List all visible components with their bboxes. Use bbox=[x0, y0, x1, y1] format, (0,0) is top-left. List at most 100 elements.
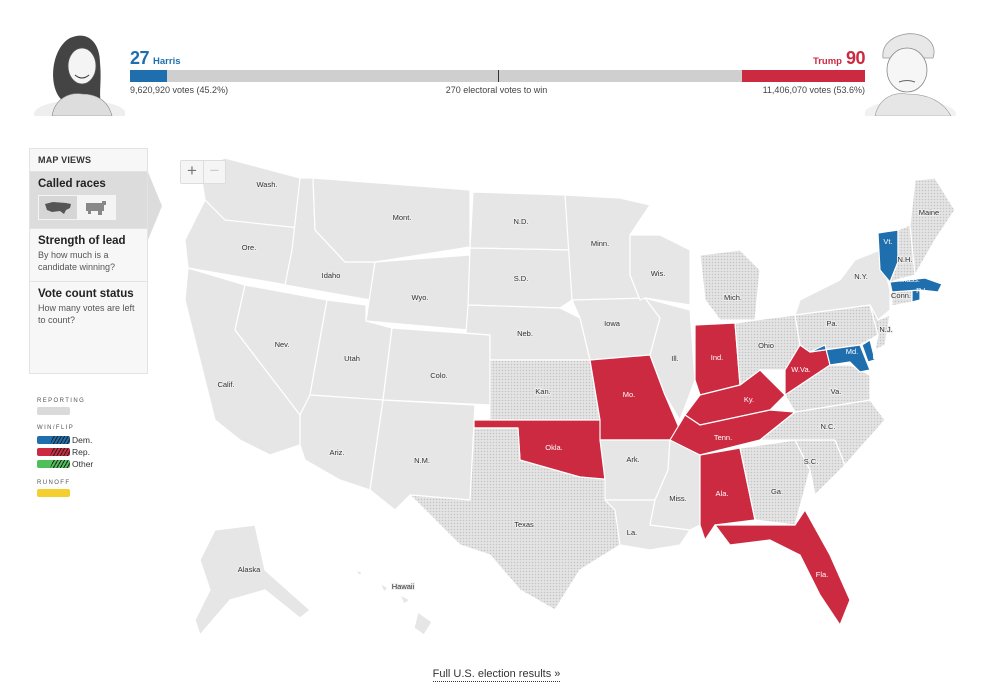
legend-label: Dem. bbox=[72, 435, 93, 445]
state-label-hi: Hawaii bbox=[392, 582, 415, 591]
state-label-mi: Mich. bbox=[724, 293, 742, 302]
state-hi[interactable] bbox=[354, 569, 433, 636]
state-label-vt: Vt. bbox=[883, 237, 892, 246]
state-label-mo: Mo. bbox=[623, 390, 636, 399]
legend-item-other: Other bbox=[37, 458, 137, 470]
trump-name: Trump bbox=[812, 56, 842, 67]
state-label-oh: Ohio bbox=[758, 341, 774, 350]
state-label-nd: N.D. bbox=[514, 217, 529, 226]
state-label-pa: Pa. bbox=[826, 319, 837, 328]
state-label-nj: N.J. bbox=[879, 325, 892, 334]
view-called-races[interactable]: Called races bbox=[30, 171, 162, 240]
state-label-ut: Utah bbox=[344, 354, 360, 363]
state-label-in: Ind. bbox=[711, 353, 724, 362]
state-label-il: Ill. bbox=[671, 354, 679, 363]
state-label-nh: N.H. bbox=[898, 255, 913, 264]
full-results-link[interactable]: Full U.S. election results » bbox=[432, 668, 561, 682]
state-label-ak: Alaska bbox=[238, 565, 261, 574]
state-label-va: Va. bbox=[831, 387, 842, 396]
harris-header: 27 Harris bbox=[130, 48, 181, 69]
state-label-wi: Wis. bbox=[651, 269, 666, 278]
geographic-map-toggle[interactable] bbox=[39, 196, 77, 219]
state-label-ne: Neb. bbox=[517, 329, 533, 338]
state-label-ky: Ky. bbox=[744, 395, 754, 404]
state-fl[interactable] bbox=[714, 509, 851, 626]
state-label-mn: Minn. bbox=[591, 239, 609, 248]
harris-portrait bbox=[30, 28, 126, 128]
state-label-nv: Nev. bbox=[275, 340, 290, 349]
state-label-or: Ore. bbox=[242, 243, 257, 252]
state-label-ct: Conn. bbox=[891, 291, 911, 300]
state-label-tn: Tenn. bbox=[714, 433, 732, 442]
trump-portrait bbox=[864, 28, 960, 128]
cartogram-icon bbox=[86, 200, 106, 215]
legend-reporting-title: REPORTING bbox=[37, 398, 86, 404]
view-title: Called races bbox=[38, 178, 106, 190]
state-label-me: Maine bbox=[919, 208, 939, 217]
map-legend: REPORTING WIN/FLIP Dem. Rep. Other RUNOF… bbox=[37, 398, 137, 497]
state-label-mt: Mont. bbox=[393, 213, 412, 222]
state-label-nm: N.M. bbox=[414, 456, 430, 465]
trump-popular-vote: 11,406,070 votes (53.6%) bbox=[762, 85, 865, 95]
reporting-swatch bbox=[37, 407, 70, 415]
harris-electoral-votes: 27 bbox=[130, 48, 150, 68]
view-title: Vote count status bbox=[38, 288, 134, 300]
state-nm[interactable] bbox=[369, 399, 476, 511]
us-map-icon bbox=[45, 201, 71, 214]
state-label-wy: Wyo. bbox=[411, 293, 428, 302]
runoff-swatch bbox=[37, 489, 70, 497]
state-label-tx: Texas bbox=[514, 520, 534, 529]
state-label-co: Colo. bbox=[430, 371, 448, 380]
state-label-ma: Mass. bbox=[900, 275, 920, 284]
state-label-ms: Miss. bbox=[669, 494, 687, 503]
state-label-ar: Ark. bbox=[626, 455, 639, 464]
trump-ev-fill bbox=[742, 70, 865, 82]
legend-runoff-title: RUNOFF bbox=[37, 480, 71, 486]
state-label-ks: Kan. bbox=[535, 387, 550, 396]
electoral-vote-bar bbox=[130, 70, 865, 82]
270-threshold-marker bbox=[497, 70, 499, 82]
state-label-ny: N.Y. bbox=[854, 272, 868, 281]
state-label-sc: S.C. bbox=[804, 457, 819, 466]
state-label-nc: N.C. bbox=[821, 422, 836, 431]
harris-ev-fill bbox=[130, 70, 167, 82]
view-vote-count-status[interactable]: Vote count status How many votes are lef… bbox=[30, 281, 147, 334]
trump-electoral-votes: 90 bbox=[845, 48, 866, 68]
state-mi[interactable] bbox=[699, 249, 761, 321]
zoom-in-button[interactable]: + bbox=[181, 161, 203, 183]
other-swatch bbox=[37, 460, 70, 468]
state-mt[interactable] bbox=[312, 177, 471, 263]
state-label-az: Ariz. bbox=[330, 448, 345, 457]
state-label-ca: Calif. bbox=[217, 380, 234, 389]
view-title: Strength of lead bbox=[38, 235, 126, 247]
legend-label: Other bbox=[72, 459, 94, 469]
legend-item-dem: Dem. bbox=[37, 434, 137, 446]
state-label-wv: W.Va. bbox=[791, 365, 810, 374]
state-label-ok: Okla. bbox=[545, 443, 563, 452]
map-zoom-controls: + − bbox=[180, 160, 226, 184]
state-label-wa: Wash. bbox=[257, 180, 278, 189]
trump-header: Trump 90 bbox=[812, 48, 866, 69]
dem-swatch bbox=[37, 436, 70, 444]
rep-swatch bbox=[37, 448, 70, 456]
state-label-ga: Ga. bbox=[771, 487, 783, 496]
us-states-map: Wash. Ore. Calif. Idaho Nev. Mont. Wyo. Utah Ari… bbox=[184, 157, 956, 636]
view-description: How many votes are left to count? bbox=[38, 303, 135, 325]
map-views-title: MAP VIEWS bbox=[38, 155, 92, 165]
state-ak[interactable] bbox=[194, 524, 311, 636]
map-views-panel: MAP VIEWS Called races Strength of lead bbox=[29, 148, 162, 374]
cartogram-toggle[interactable] bbox=[77, 196, 115, 219]
zoom-out-button[interactable]: − bbox=[203, 161, 225, 183]
state-label-fl: Fla. bbox=[816, 570, 829, 579]
full-results-link-wrap: Full U.S. election results » bbox=[0, 668, 993, 682]
legend-winflip-title: WIN/FLIP bbox=[37, 425, 75, 431]
election-results-widget: 27 Harris Trump 90 9,620,920 votes (45.2… bbox=[0, 0, 993, 690]
state-az[interactable] bbox=[299, 394, 384, 491]
state-label-al: Ala. bbox=[716, 489, 729, 498]
state-label-md: Md. bbox=[846, 347, 859, 356]
state-label-sd: S.D. bbox=[514, 274, 529, 283]
state-label-ri: R.I. bbox=[916, 286, 928, 295]
state-co[interactable] bbox=[382, 327, 491, 406]
view-strength-of-lead[interactable]: Strength of lead By how much is a candid… bbox=[30, 228, 147, 281]
state-me[interactable] bbox=[909, 177, 956, 276]
